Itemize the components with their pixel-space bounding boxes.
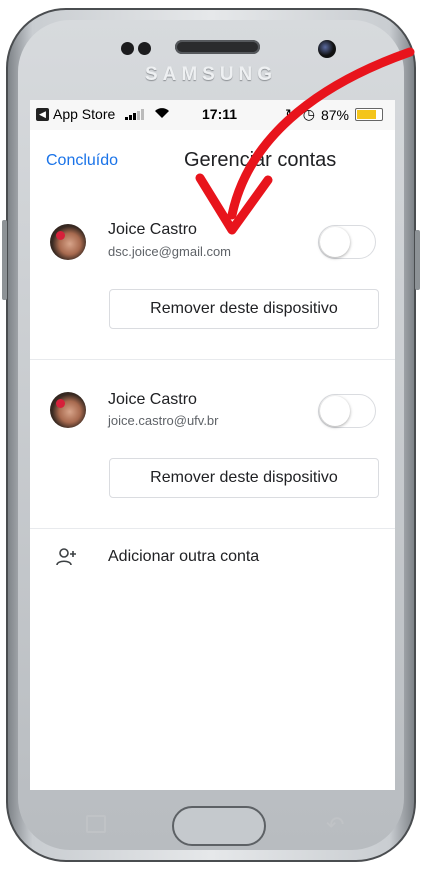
account-name: Joice Castro	[108, 221, 197, 238]
account-email: joice.castro@ufv.br	[108, 413, 219, 428]
home-button[interactable]	[172, 806, 266, 846]
earpiece-speaker	[175, 40, 260, 54]
battery-icon	[355, 108, 383, 121]
add-account-label: Adicionar outra conta	[108, 548, 260, 565]
back-app-label[interactable]: App Store	[53, 106, 115, 122]
avatar-flower	[56, 399, 65, 408]
brand-logo: SAMSUNG	[144, 64, 278, 85]
alarm-icon: ◷	[302, 106, 315, 122]
status-bar: ◀ App Store 17:11 ↻ ◷ 87%	[30, 100, 395, 130]
sensor-dot-2	[138, 42, 151, 55]
recent-apps-key[interactable]	[86, 815, 106, 833]
back-key-icon[interactable]: ↶	[326, 812, 344, 838]
account-toggle[interactable]	[318, 225, 376, 259]
nav-bar: Concluído Gerenciar contas	[30, 130, 395, 185]
toggle-knob	[320, 396, 350, 426]
page-title: Gerenciar contas	[184, 149, 337, 171]
battery-percent: 87%	[320, 106, 349, 123]
signal-icon	[125, 108, 145, 120]
volume-button	[2, 220, 7, 300]
add-account-row[interactable]: Adicionar outra conta	[30, 540, 395, 576]
power-button	[415, 230, 420, 290]
avatar-flower	[56, 231, 65, 240]
back-to-app-icon[interactable]: ◀	[36, 107, 49, 121]
toggle-knob	[320, 227, 350, 257]
battery-fill	[357, 110, 376, 119]
sensor-dot-1	[121, 42, 134, 55]
divider	[30, 359, 395, 360]
wifi-icon	[154, 106, 170, 122]
avatar	[50, 392, 86, 428]
account-name: Joice Castro	[108, 391, 197, 408]
person-add-icon	[56, 548, 76, 566]
account-toggle[interactable]	[318, 394, 376, 428]
rotation-lock-icon: ↻	[285, 106, 297, 122]
remove-account-button[interactable]: Remover deste dispositivo	[109, 289, 379, 329]
account-email: dsc.joice@gmail.com	[108, 244, 232, 259]
app-screen: ◀ App Store 17:11 ↻ ◷ 87% Concluído Gere…	[30, 100, 395, 790]
divider	[30, 528, 395, 529]
avatar	[50, 224, 86, 260]
remove-account-button[interactable]: Remover deste dispositivo	[109, 458, 379, 498]
front-camera	[318, 40, 336, 58]
status-time: 17:11	[202, 106, 238, 122]
done-button[interactable]: Concluído	[46, 152, 118, 170]
